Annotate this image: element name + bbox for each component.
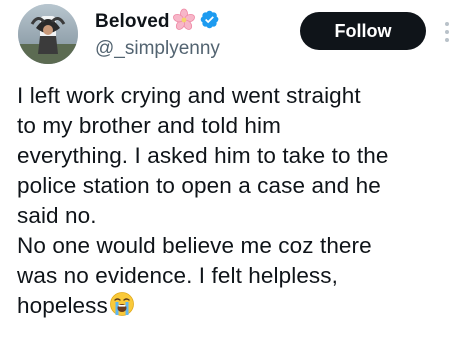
author-handle[interactable]: @_simplyenny bbox=[95, 38, 220, 60]
verified-badge-icon bbox=[199, 9, 220, 35]
display-name[interactable]: Beloved bbox=[95, 11, 170, 33]
tweet-body: I left work crying and went straight to … bbox=[17, 83, 389, 318]
author-name-row[interactable]: Beloved bbox=[95, 8, 220, 37]
cherry-blossom-icon bbox=[172, 8, 196, 37]
follow-button[interactable]: Follow bbox=[300, 12, 426, 50]
loudly-crying-face-icon bbox=[109, 291, 135, 325]
avatar[interactable] bbox=[18, 4, 78, 64]
tweet-text: I left work crying and went straight to … bbox=[17, 81, 457, 325]
tweet-card: Beloved @_simplyenny Follow I left work … bbox=[0, 0, 467, 357]
more-options-icon[interactable] bbox=[440, 18, 454, 46]
